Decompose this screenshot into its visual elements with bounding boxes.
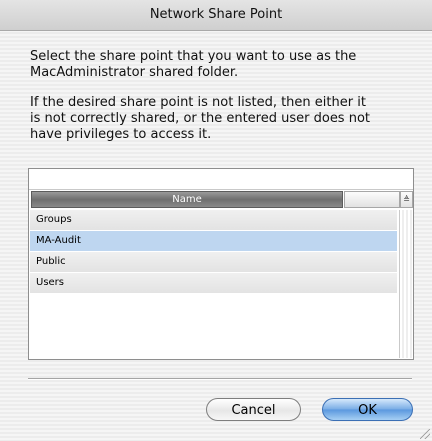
vertical-scrollbar[interactable] (399, 210, 412, 358)
ok-button[interactable]: OK (322, 398, 413, 421)
table-header: Name ≜ (29, 190, 413, 208)
divider (28, 378, 412, 380)
name-column-header[interactable]: Name (31, 191, 343, 208)
share-point-list[interactable]: Name ≜ Groups MA-Audit Public Users (28, 168, 414, 360)
cancel-button[interactable]: Cancel (206, 398, 301, 421)
dialog-title: Network Share Point (0, 0, 432, 31)
table-row[interactable]: Groups (30, 210, 397, 230)
blank-column-header[interactable] (344, 191, 400, 208)
table-row[interactable]: Public (30, 252, 397, 272)
help-text: If the desired share point is not listed… (30, 95, 371, 142)
instruction-text: Select the share point that you want to … (30, 49, 357, 80)
resize-grip-icon[interactable] (420, 429, 430, 439)
column-sort-icon[interactable]: ≜ (400, 191, 413, 208)
list-top-strip (29, 169, 413, 190)
table-row[interactable]: Users (30, 273, 397, 293)
table-rows: Groups MA-Audit Public Users (30, 210, 397, 294)
table-row-selected[interactable]: MA-Audit (30, 231, 397, 251)
